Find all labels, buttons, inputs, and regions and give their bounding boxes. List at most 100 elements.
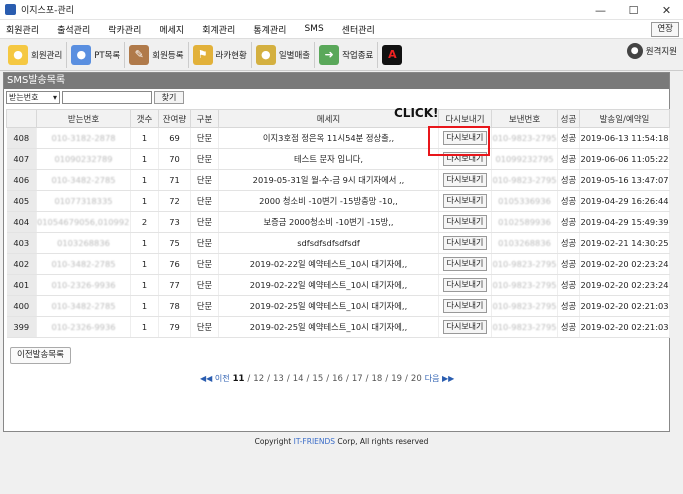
register-icon: ✎ xyxy=(129,44,150,65)
menu-sms[interactable]: SMS xyxy=(304,24,332,34)
maximize-button[interactable]: ☐ xyxy=(617,0,650,20)
type-cell: 단문 xyxy=(190,190,219,212)
close-button[interactable]: ✕ xyxy=(650,0,683,20)
type-cell: 단문 xyxy=(190,253,219,275)
pager-page[interactable]: 17 xyxy=(352,374,363,384)
resend-button[interactable]: 다시보내기 xyxy=(442,215,488,229)
pager-page[interactable]: 20 xyxy=(411,374,422,384)
message-cell: 2019-05-31일 월-수-금 9시 대기자에서 ,, xyxy=(218,169,439,191)
remaining-cell: 75 xyxy=(158,232,191,254)
resend-button[interactable]: 다시보내기 xyxy=(442,299,488,313)
menu-member[interactable]: 회원관리 xyxy=(6,23,48,36)
remaining-cell: 70 xyxy=(158,148,191,170)
table-row[interactable]: 399 010-2326-9936 1 79 단문 2019-02-25일 예약테스트_1… xyxy=(6,316,670,338)
pager-prev[interactable]: ◀◀ 이전 xyxy=(200,373,230,384)
success-cell: 성공 xyxy=(557,169,580,191)
pager-page[interactable]: 11 xyxy=(233,374,245,384)
toolbar-locker-button[interactable]: ⚑ 라카현황 xyxy=(189,41,252,68)
col-header[interactable]: 받는번호 xyxy=(36,109,131,128)
success-cell: 성공 xyxy=(557,190,580,212)
toolbar-member-button[interactable]: ● 회원관리 xyxy=(4,41,68,68)
table-row[interactable]: 407 01090232789 1 70 단문 테스트 문자 입니다, 다시보내기 01099… xyxy=(6,148,670,170)
col-header[interactable]: 갯수 xyxy=(130,109,159,128)
toolbar-label: 회원등록 xyxy=(152,50,184,61)
col-header[interactable]: 다시보내기 xyxy=(438,109,492,128)
success-cell: 성공 xyxy=(557,211,580,233)
pager-next[interactable]: 다음 ▶▶ xyxy=(425,373,455,384)
resend-button[interactable]: 다시보내기 xyxy=(442,320,488,334)
toolbar-sales-button[interactable]: ● 일별매출 xyxy=(252,41,316,68)
date-cell: 2019-02-20 02:21:03 xyxy=(579,295,670,317)
table-row[interactable]: 402 010-3482-2785 1 76 단문 2019-02-22일 예약테스트_1… xyxy=(6,253,670,275)
toolbar-label: 작업종료 xyxy=(342,50,374,61)
pager-page[interactable]: 14 xyxy=(293,374,304,384)
table-row[interactable]: 403 0103268836 1 75 단문 sdfsdfsdfsdfsdf 다시보내기 01… xyxy=(6,232,670,254)
table-row[interactable]: 405 01077318335 1 72 단문 2000 청소비 -10변기 -15방충망… xyxy=(6,190,670,212)
toolbar-pt-button[interactable]: ● PT목록 xyxy=(67,41,126,68)
resend-cell: 다시보내기 xyxy=(438,253,492,275)
menu-locker[interactable]: 락카관리 xyxy=(108,23,150,36)
col-header[interactable]: 성공 xyxy=(557,109,580,128)
pt-icon: ● xyxy=(71,44,92,65)
col-header[interactable]: 구분 xyxy=(190,109,219,128)
resend-button[interactable]: 다시보내기 xyxy=(442,194,488,208)
toolbar-register-button[interactable]: ✎ 회원등록 xyxy=(125,41,189,68)
resend-cell: 다시보내기 xyxy=(438,295,492,317)
extend-button[interactable]: 연장 xyxy=(651,22,679,37)
find-button[interactable]: 찾기 xyxy=(154,91,184,104)
count-cell: 1 xyxy=(130,232,159,254)
table-row[interactable]: 400 010-3482-2785 1 78 단문 2019-02-25일 예약테스트_1… xyxy=(6,295,670,317)
search-field-select[interactable]: 받는번호 xyxy=(6,91,60,104)
pager-page[interactable]: 18 xyxy=(372,374,383,384)
pager-page[interactable]: 15 xyxy=(312,374,323,384)
table-row[interactable]: 401 010-2326-9936 1 77 단문 2019-02-22일 예약테스트_1… xyxy=(6,274,670,296)
table-row[interactable]: 408 010-3182-2878 1 69 단문 이지3호점 정은옥 11시54분 정상… xyxy=(6,127,670,149)
pager-page[interactable]: 12 xyxy=(253,374,264,384)
count-cell: 1 xyxy=(130,169,159,191)
type-cell: 단문 xyxy=(190,211,219,233)
resend-button[interactable]: 다시보내기 xyxy=(442,278,488,292)
type-cell: 단문 xyxy=(190,274,219,296)
success-cell: 성공 xyxy=(557,232,580,254)
toolbar-label: PT목록 xyxy=(94,50,121,61)
to-number-cell: 01077318335 xyxy=(36,190,131,212)
toolbar-a-button[interactable]: A xyxy=(378,42,409,68)
count-cell: 1 xyxy=(130,316,159,338)
minimize-button[interactable]: — xyxy=(584,0,617,20)
remote-support-button[interactable]: ● 원격지원 xyxy=(626,43,677,59)
from-number-cell: 0102589936 xyxy=(491,211,558,233)
pager-page[interactable]: 13 xyxy=(273,374,284,384)
pager-separator: / xyxy=(385,373,389,384)
count-cell: 1 xyxy=(130,274,159,296)
menu-attendance[interactable]: 출석관리 xyxy=(57,23,99,36)
resend-button[interactable]: 다시보내기 xyxy=(442,236,488,250)
search-input[interactable] xyxy=(62,91,152,104)
message-cell: 테스트 문자 입니다, xyxy=(218,148,439,170)
table-row[interactable]: 404 01054679056,0109922,, 2 73 단문 보증금 2000청소비… xyxy=(6,211,670,233)
prev-list-button[interactable]: 이전발송목록 xyxy=(10,347,71,364)
pager-separator: / xyxy=(326,373,330,384)
resend-button[interactable]: 다시보내기 xyxy=(442,257,488,271)
type-cell: 단문 xyxy=(190,127,219,149)
pager-page[interactable]: 16 xyxy=(332,374,343,384)
pager-separator: / xyxy=(405,373,408,384)
resend-button[interactable]: 다시보내기 xyxy=(442,173,488,187)
type-cell: 단문 xyxy=(190,148,219,170)
menu-accounting[interactable]: 회계관리 xyxy=(202,23,244,36)
col-header[interactable]: 잔여량 xyxy=(158,109,191,128)
remaining-cell: 69 xyxy=(158,127,191,149)
to-number-cell: 010-3182-2878 xyxy=(36,127,131,149)
remaining-cell: 72 xyxy=(158,190,191,212)
menu-center[interactable]: 센터관리 xyxy=(342,23,384,36)
menu-statistics[interactable]: 통계관리 xyxy=(253,23,295,36)
toolbar-exit-button[interactable]: ➜ 작업종료 xyxy=(315,41,379,68)
sms-list-panel: SMS발송목록 받는번호 찾기 받는번호 갯수 잔여량 구분 메세지 다시보내기… xyxy=(3,72,670,432)
from-number-cell: 0103268836 xyxy=(491,232,558,254)
pager-page[interactable]: 19 xyxy=(391,374,402,384)
from-number-cell: 010-9823-2795 xyxy=(491,127,558,149)
menu-message[interactable]: 메세지 xyxy=(159,23,193,36)
type-cell: 단문 xyxy=(190,295,219,317)
col-header[interactable]: 보낸번호 xyxy=(491,109,558,128)
col-header[interactable]: 발송일/예약일 xyxy=(579,109,670,128)
table-row[interactable]: 406 010-3482-2785 1 71 단문 2019-05-31일 월-수-금 9… xyxy=(6,169,670,191)
